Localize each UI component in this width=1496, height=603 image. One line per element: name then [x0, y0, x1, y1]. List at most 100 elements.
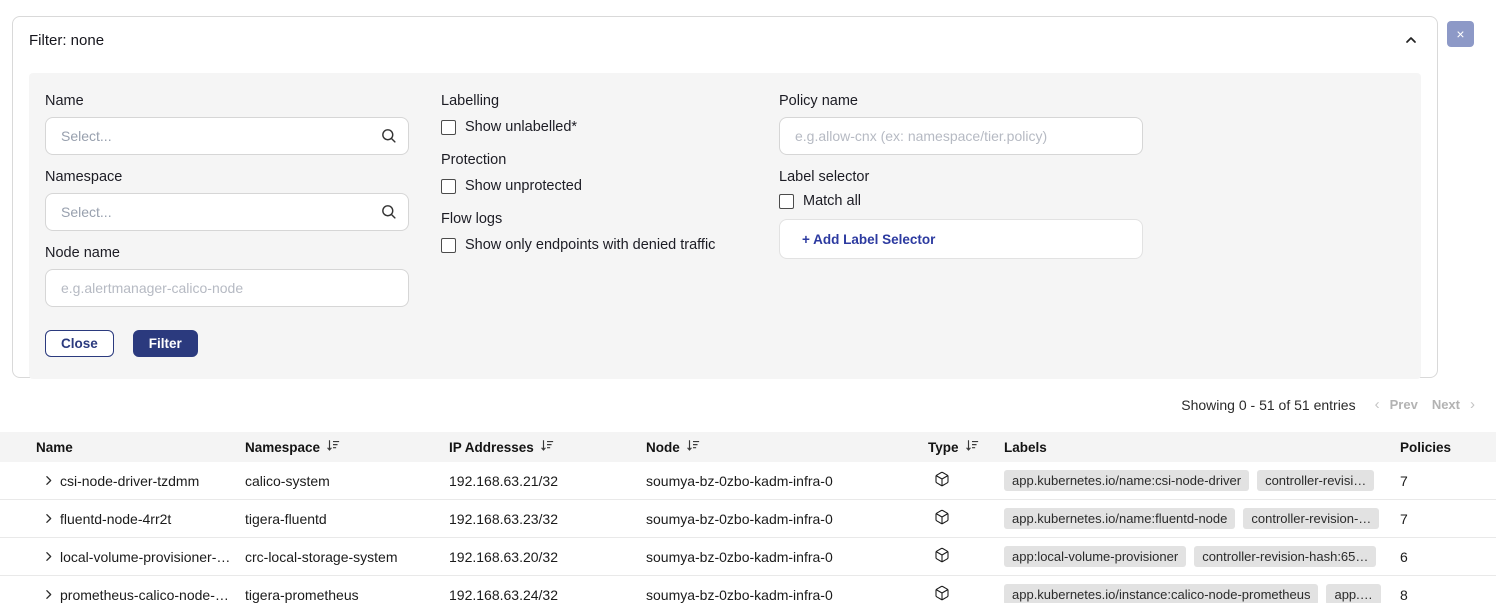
column-header-policies: Policies — [1395, 440, 1496, 455]
filter-panel-header: Filter: none — [13, 17, 1437, 57]
endpoint-policies-count: 8 — [1395, 587, 1496, 603]
chevron-up-icon — [1403, 36, 1419, 51]
filter-form-column-left: Name Namespace Node name — [45, 93, 409, 357]
labelling-section-label: Labelling — [441, 93, 744, 109]
label-chip: controller-revision-… — [1243, 508, 1379, 529]
page: Filter: none Name Namespace — [0, 0, 1496, 603]
entries-count-text: Showing 0 - 51 of 51 entries — [1181, 397, 1355, 413]
expand-row-button[interactable] — [36, 510, 60, 528]
expand-row-button[interactable] — [36, 472, 60, 490]
pod-icon — [928, 509, 1004, 528]
next-chevron-icon[interactable]: › — [1467, 396, 1478, 413]
endpoint-node: soumya-bz-0zbo-kadm-infra-0 — [646, 587, 928, 603]
column-header-labels: Labels — [1004, 440, 1395, 455]
policy-name-field-label: Policy name — [779, 93, 1143, 109]
close-button[interactable]: Close — [45, 330, 114, 357]
label-chip: controller-revision-hash:65… — [1194, 546, 1376, 567]
table-row[interactable]: local-volume-provisioner-… crc-local-sto… — [0, 538, 1496, 576]
column-header-ip-addresses[interactable]: IP Addresses — [449, 439, 646, 455]
match-all-label: Match all — [803, 193, 861, 209]
show-unprotected-label: Show unprotected — [465, 178, 582, 194]
show-unprotected-checkbox[interactable] — [441, 179, 456, 194]
endpoint-labels: app.kubernetes.io/instance:calico-node-p… — [1004, 584, 1395, 603]
endpoint-ip: 192.168.63.21/32 — [449, 473, 646, 489]
filter-panel-title: Filter: none — [29, 26, 104, 49]
node-name-input[interactable] — [45, 269, 409, 307]
show-unlabelled-checkbox[interactable] — [441, 120, 456, 135]
endpoint-labels: app.kubernetes.io/name:fluentd-node cont… — [1004, 508, 1395, 529]
endpoint-node: soumya-bz-0zbo-kadm-infra-0 — [646, 549, 928, 565]
endpoint-namespace: tigera-prometheus — [245, 587, 449, 603]
filter-panel: Filter: none Name Namespace — [12, 16, 1438, 378]
protection-section-label: Protection — [441, 152, 744, 168]
endpoint-name: fluentd-node-4rr2t — [60, 511, 245, 527]
endpoint-policies-count: 6 — [1395, 549, 1496, 565]
denied-traffic-checkbox[interactable] — [441, 238, 456, 253]
endpoint-labels: app:local-volume-provisioner controller-… — [1004, 546, 1395, 567]
endpoint-namespace: tigera-fluentd — [245, 511, 449, 527]
show-unlabelled-label: Show unlabelled* — [465, 119, 577, 135]
table-row[interactable]: fluentd-node-4rr2t tigera-fluentd 192.16… — [0, 500, 1496, 538]
endpoints-table: Name Namespace IP Addresses Node Type La… — [0, 432, 1496, 603]
expand-row-button[interactable] — [36, 586, 60, 603]
flow-logs-section-label: Flow logs — [441, 211, 744, 227]
label-chip: app.kubernetes.io/name:fluentd-node — [1004, 508, 1235, 529]
prev-page-button[interactable]: Prev — [1383, 397, 1425, 412]
pod-icon — [928, 585, 1004, 603]
policy-name-input[interactable] — [779, 117, 1143, 155]
label-chip: app:local-volume-provisioner — [1004, 546, 1186, 567]
filter-form: Name Namespace Node name — [29, 73, 1421, 379]
chevron-right-icon — [42, 589, 55, 603]
endpoint-ip: 192.168.63.20/32 — [449, 549, 646, 565]
endpoint-name: csi-node-driver-tzdmm — [60, 473, 245, 489]
search-icon — [380, 127, 397, 149]
match-all-checkbox[interactable] — [779, 194, 794, 209]
table-row[interactable]: prometheus-calico-node-… tigera-promethe… — [0, 576, 1496, 603]
search-icon — [380, 203, 397, 225]
endpoint-labels: app.kubernetes.io/name:csi-node-driver c… — [1004, 470, 1395, 491]
endpoint-ip: 192.168.63.24/32 — [449, 587, 646, 603]
chevron-right-icon — [42, 475, 55, 490]
endpoint-name: local-volume-provisioner-… — [60, 549, 245, 565]
sort-icon — [326, 439, 340, 455]
endpoint-node: soumya-bz-0zbo-kadm-infra-0 — [646, 473, 928, 489]
chevron-right-icon — [42, 513, 55, 528]
endpoint-namespace: crc-local-storage-system — [245, 549, 449, 565]
column-header-namespace[interactable]: Namespace — [245, 439, 449, 455]
column-header-type[interactable]: Type — [928, 439, 1004, 455]
expand-row-button[interactable] — [36, 548, 60, 566]
endpoint-ip: 192.168.63.23/32 — [449, 511, 646, 527]
label-chip: app.… — [1326, 584, 1380, 603]
filter-form-column-middle: Labelling Show unlabelled* Protection Sh… — [441, 93, 744, 270]
table-row[interactable]: csi-node-driver-tzdmm calico-system 192.… — [0, 462, 1496, 500]
filter-form-column-right: Policy name Label selector Match all + A… — [779, 93, 1143, 259]
close-icon: × — [1456, 26, 1464, 42]
column-header-name: Name — [36, 440, 245, 455]
endpoint-policies-count: 7 — [1395, 511, 1496, 527]
endpoint-policies-count: 7 — [1395, 473, 1496, 489]
pod-icon — [928, 547, 1004, 566]
label-selector-section-label: Label selector — [779, 169, 1143, 185]
endpoint-node: soumya-bz-0zbo-kadm-infra-0 — [646, 511, 928, 527]
namespace-select-input[interactable] — [45, 193, 409, 231]
column-header-node[interactable]: Node — [646, 439, 928, 455]
collapse-panel-button[interactable] — [1403, 24, 1419, 51]
table-header-row: Name Namespace IP Addresses Node Type La… — [0, 432, 1496, 462]
label-chip: app.kubernetes.io/name:csi-node-driver — [1004, 470, 1249, 491]
label-chip: app.kubernetes.io/instance:calico-node-p… — [1004, 584, 1318, 603]
label-chip: controller-revisi… — [1257, 470, 1374, 491]
pagination-bar: Showing 0 - 51 of 51 entries ‹ Prev Next… — [1181, 396, 1478, 413]
next-page-button[interactable]: Next — [1425, 397, 1467, 412]
filter-button[interactable]: Filter — [133, 330, 198, 357]
name-select-input[interactable] — [45, 117, 409, 155]
namespace-field-label: Namespace — [45, 169, 409, 185]
prev-chevron-icon[interactable]: ‹ — [1372, 396, 1383, 413]
chevron-right-icon — [42, 551, 55, 566]
sort-icon — [686, 439, 700, 455]
node-name-field-label: Node name — [45, 245, 409, 261]
sort-icon — [965, 439, 979, 455]
endpoint-namespace: calico-system — [245, 473, 449, 489]
add-label-selector-button[interactable]: + Add Label Selector — [779, 219, 1143, 259]
endpoint-name: prometheus-calico-node-… — [60, 587, 245, 603]
dismiss-filter-button[interactable]: × — [1447, 21, 1474, 47]
